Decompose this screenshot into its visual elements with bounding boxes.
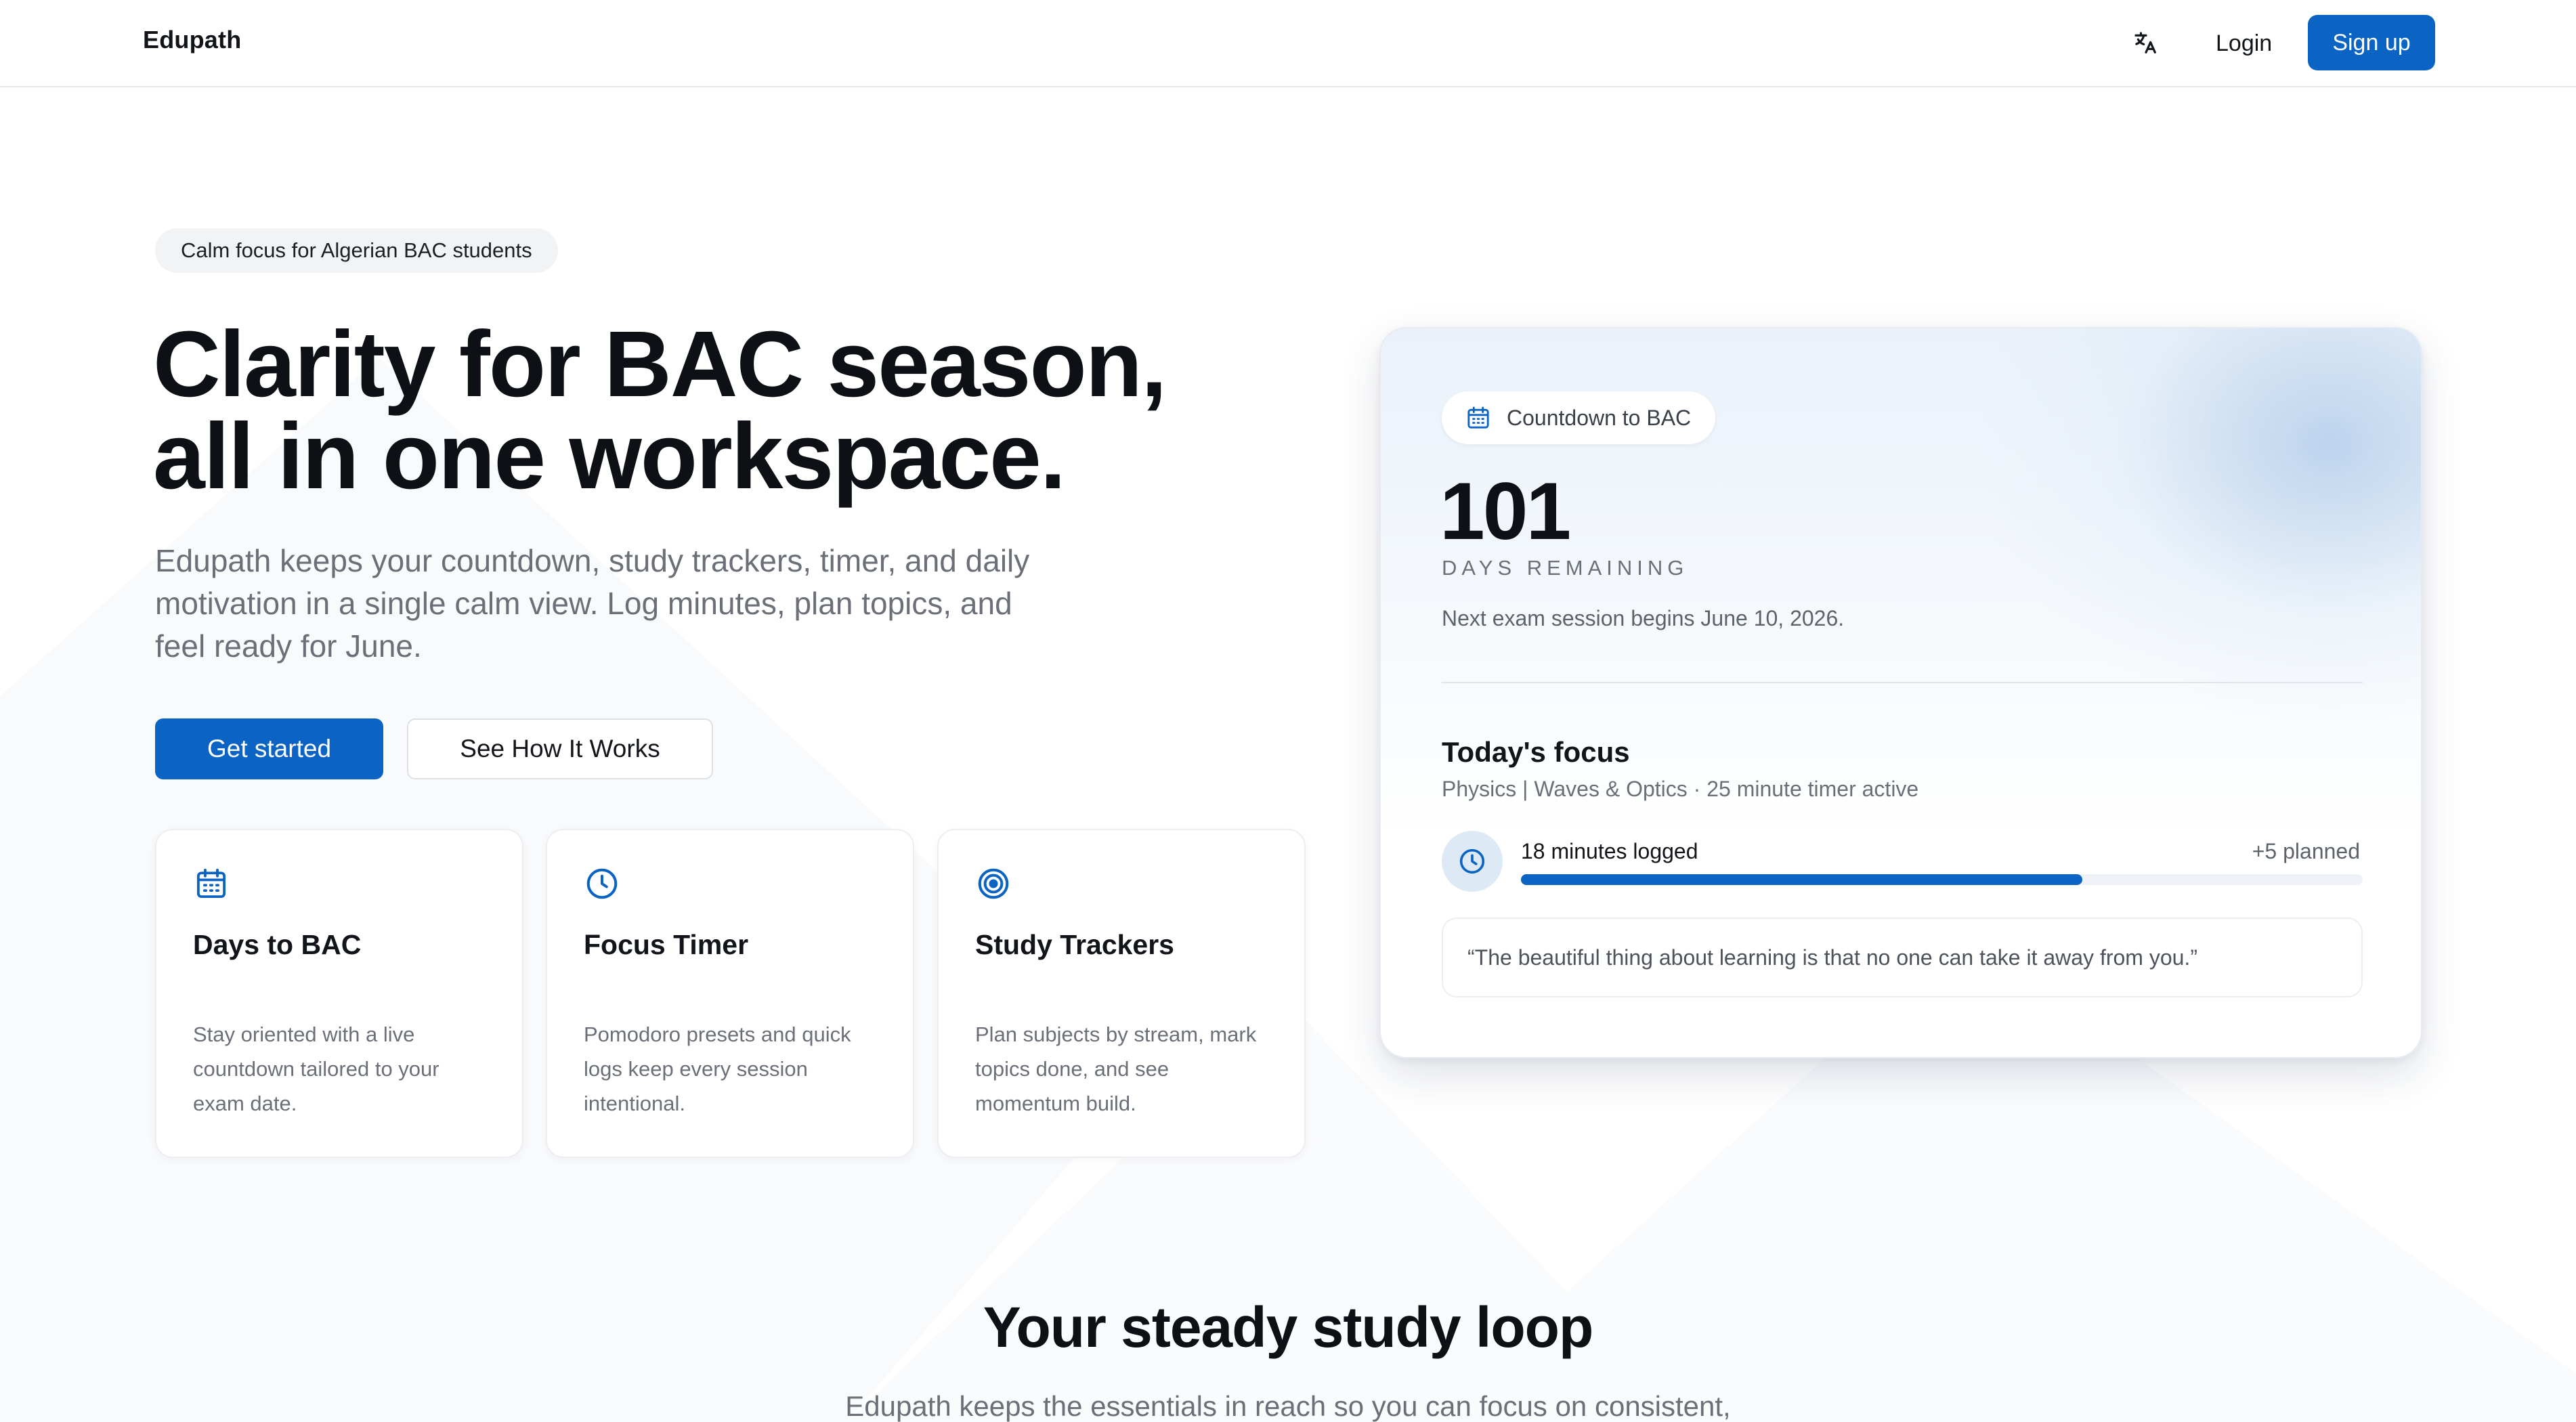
countdown-card: Countdown to BAC 101 DAYS REMAINING Next… — [1379, 327, 2422, 1058]
next-session-text: Next exam session begins June 10, 2026. — [1442, 606, 1845, 630]
section-subtitle: Edupath keeps the essentials in reach so… — [845, 1390, 1731, 1422]
target-icon — [978, 868, 1009, 899]
calendar-icon — [1467, 406, 1489, 429]
hero-title-line-1: Clarity for BAC season, — [153, 312, 1167, 416]
todays-focus-subtitle: Physics | Waves & Optics · 25 minute tim… — [1442, 777, 1919, 801]
translate-icon — [2134, 32, 2156, 53]
brand-logo[interactable]: Edupath — [143, 26, 241, 54]
countdown-chip-label: Countdown to BAC — [1507, 405, 1692, 430]
minutes-logged: 18 minutes logged — [1521, 839, 1698, 863]
feature-description: Plan subjects by stream, mark topics don… — [975, 1022, 1257, 1115]
feature-description: Stay oriented with a live countdown tail… — [193, 1022, 439, 1115]
feature-title: Days to BAC — [193, 929, 362, 960]
top-nav: Edupath Login Sign up — [0, 0, 2576, 87]
motivation-quote: “The beautiful thing about learning is t… — [1442, 918, 2363, 997]
see-how-it-works-button[interactable]: See How It Works — [407, 718, 713, 779]
countdown-chip: Countdown to BAC — [1442, 391, 1716, 444]
clock-icon — [586, 868, 618, 899]
signup-button[interactable]: Sign up — [2308, 15, 2435, 70]
get-started-button[interactable]: Get started — [155, 718, 383, 779]
hero-title-line-2: all in one workspace. — [153, 404, 1066, 509]
feature-title: Focus Timer — [584, 929, 749, 960]
hero-subtitle: Edupath keeps your countdown, study trac… — [155, 543, 1030, 664]
focus-progress-bar — [1521, 874, 2363, 885]
days-remaining-label: DAYS REMAINING — [1442, 556, 1689, 580]
feature-description: Pomodoro presets and quick logs keep eve… — [584, 1022, 851, 1115]
calendar-icon — [196, 868, 226, 899]
feature-title: Study Trackers — [975, 929, 1174, 960]
login-button[interactable]: Login — [2199, 23, 2288, 64]
clock-icon — [1459, 848, 1485, 874]
days-remaining-number: 101 — [1440, 466, 1571, 557]
divider — [1442, 682, 2363, 683]
feature-card-focus-timer: Focus Timer Pomodoro presets and quick l… — [546, 829, 914, 1158]
audience-pill: Calm focus for Algerian BAC students — [155, 228, 558, 273]
page: Edupath Login Sign up Calm focus for Alg… — [0, 0, 2576, 1422]
timer-badge — [1442, 831, 1503, 892]
feature-card-days-to-bac: Days to BAC Stay oriented with a live co… — [155, 829, 523, 1158]
focus-progress-fill — [1521, 874, 2083, 885]
minutes-planned: +5 planned — [2252, 839, 2360, 863]
todays-focus-title: Today's focus — [1442, 736, 1630, 768]
section-title: Your steady study loop — [983, 1295, 1594, 1359]
feature-card-study-trackers: Study Trackers Plan subjects by stream, … — [937, 829, 1306, 1158]
language-button[interactable] — [2128, 26, 2164, 61]
hero-title: Clarity for BAC season, all in one works… — [153, 312, 1304, 509]
